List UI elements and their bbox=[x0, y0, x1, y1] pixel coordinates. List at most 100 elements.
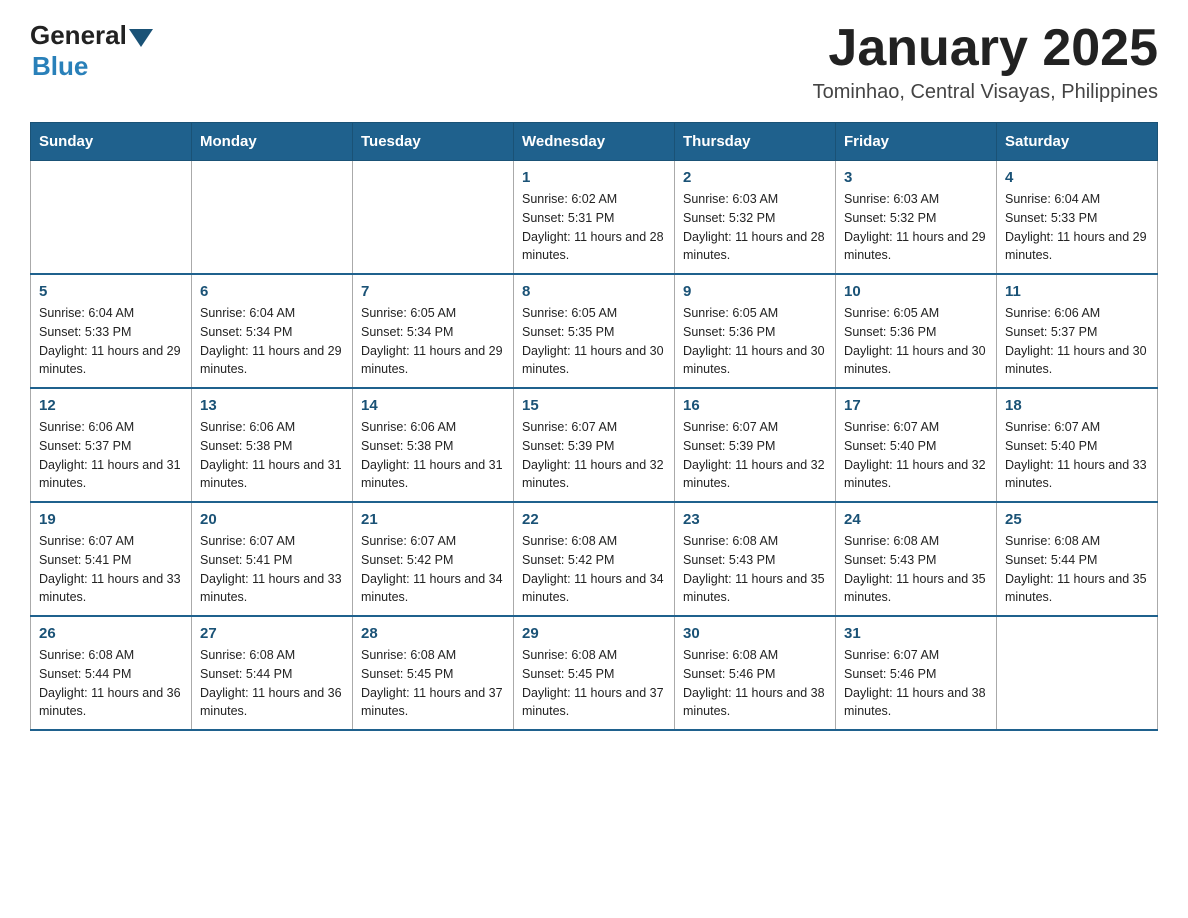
day-info: Sunrise: 6:05 AMSunset: 5:36 PMDaylight:… bbox=[683, 304, 827, 379]
day-info: Sunrise: 6:06 AMSunset: 5:38 PMDaylight:… bbox=[361, 418, 505, 493]
page-title: January 2025 bbox=[813, 20, 1158, 77]
day-info: Sunrise: 6:07 AMSunset: 5:46 PMDaylight:… bbox=[844, 646, 988, 721]
calendar-body: 1Sunrise: 6:02 AMSunset: 5:31 PMDaylight… bbox=[31, 161, 1158, 731]
calendar-cell: 3Sunrise: 6:03 AMSunset: 5:32 PMDaylight… bbox=[836, 161, 997, 275]
day-info: Sunrise: 6:07 AMSunset: 5:39 PMDaylight:… bbox=[522, 418, 666, 493]
day-number: 8 bbox=[522, 283, 666, 300]
header-wednesday: Wednesday bbox=[514, 123, 675, 161]
calendar-cell bbox=[997, 616, 1158, 730]
day-number: 18 bbox=[1005, 397, 1149, 414]
day-info: Sunrise: 6:08 AMSunset: 5:44 PMDaylight:… bbox=[1005, 532, 1149, 607]
calendar-table: Sunday Monday Tuesday Wednesday Thursday… bbox=[30, 122, 1158, 731]
day-info: Sunrise: 6:07 AMSunset: 5:39 PMDaylight:… bbox=[683, 418, 827, 493]
calendar-cell: 21 Sunrise: 6:07 AMSunset: 5:42 PMDayligh… bbox=[353, 502, 514, 616]
day-info: Sunrise: 6:08 AMSunset: 5:45 PMDaylight:… bbox=[361, 646, 505, 721]
day-number: 19 bbox=[39, 511, 183, 528]
day-number: 23 bbox=[683, 511, 827, 528]
calendar-cell: 12 Sunrise: 6:06 AMSunset: 5:37 PMDayligh… bbox=[31, 388, 192, 502]
day-number: 14 bbox=[361, 397, 505, 414]
day-info: Sunrise: 6:05 AMSunset: 5:34 PMDaylight:… bbox=[361, 304, 505, 379]
day-info: Sunrise: 6:05 AMSunset: 5:36 PMDaylight:… bbox=[844, 304, 988, 379]
week-row-4: 19 Sunrise: 6:07 AMSunset: 5:41 PMDayligh… bbox=[31, 502, 1158, 616]
calendar-cell: 4 Sunrise: 6:04 AMSunset: 5:33 PMDaylight… bbox=[997, 161, 1158, 275]
day-number: 4 bbox=[1005, 169, 1149, 186]
day-number: 31 bbox=[844, 625, 988, 642]
header-tuesday: Tuesday bbox=[353, 123, 514, 161]
day-info: Sunrise: 6:07 AMSunset: 5:42 PMDaylight:… bbox=[361, 532, 505, 607]
day-info: Sunrise: 6:02 AMSunset: 5:31 PMDaylight:… bbox=[522, 190, 666, 265]
calendar-cell: 10 Sunrise: 6:05 AMSunset: 5:36 PMDayligh… bbox=[836, 274, 997, 388]
calendar-cell: 8Sunrise: 6:05 AMSunset: 5:35 PMDaylight… bbox=[514, 274, 675, 388]
day-number: 26 bbox=[39, 625, 183, 642]
calendar-cell: 29 Sunrise: 6:08 AMSunset: 5:45 PMDayligh… bbox=[514, 616, 675, 730]
calendar-cell: 27 Sunrise: 6:08 AMSunset: 5:44 PMDayligh… bbox=[192, 616, 353, 730]
calendar-cell: 25 Sunrise: 6:08 AMSunset: 5:44 PMDayligh… bbox=[997, 502, 1158, 616]
day-number: 20 bbox=[200, 511, 344, 528]
calendar-cell: 6 Sunrise: 6:04 AMSunset: 5:34 PMDaylight… bbox=[192, 274, 353, 388]
calendar-cell: 30Sunrise: 6:08 AMSunset: 5:46 PMDayligh… bbox=[675, 616, 836, 730]
logo: General Blue bbox=[30, 20, 153, 82]
week-row-5: 26 Sunrise: 6:08 AMSunset: 5:44 PMDayligh… bbox=[31, 616, 1158, 730]
calendar-cell: 7 Sunrise: 6:05 AMSunset: 5:34 PMDaylight… bbox=[353, 274, 514, 388]
calendar-cell: 24 Sunrise: 6:08 AMSunset: 5:43 PMDayligh… bbox=[836, 502, 997, 616]
day-number: 27 bbox=[200, 625, 344, 642]
calendar-cell bbox=[31, 161, 192, 275]
day-info: Sunrise: 6:07 AMSunset: 5:41 PMDaylight:… bbox=[200, 532, 344, 607]
day-number: 10 bbox=[844, 283, 988, 300]
day-number: 7 bbox=[361, 283, 505, 300]
calendar-cell: 20 Sunrise: 6:07 AMSunset: 5:41 PMDayligh… bbox=[192, 502, 353, 616]
day-info: Sunrise: 6:06 AMSunset: 5:37 PMDaylight:… bbox=[1005, 304, 1149, 379]
day-info: Sunrise: 6:08 AMSunset: 5:43 PMDaylight:… bbox=[844, 532, 988, 607]
calendar-cell bbox=[192, 161, 353, 275]
calendar-cell: 31 Sunrise: 6:07 AMSunset: 5:46 PMDayligh… bbox=[836, 616, 997, 730]
day-number: 25 bbox=[1005, 511, 1149, 528]
day-number: 6 bbox=[200, 283, 344, 300]
page-subtitle: Tominhao, Central Visayas, Philippines bbox=[813, 81, 1158, 104]
header-friday: Friday bbox=[836, 123, 997, 161]
day-number: 29 bbox=[522, 625, 666, 642]
day-number: 11 bbox=[1005, 283, 1149, 300]
week-row-2: 5Sunrise: 6:04 AMSunset: 5:33 PMDaylight… bbox=[31, 274, 1158, 388]
day-number: 22 bbox=[522, 511, 666, 528]
page-header: General Blue January 2025 Tominhao, Cent… bbox=[30, 20, 1158, 104]
day-number: 17 bbox=[844, 397, 988, 414]
day-number: 21 bbox=[361, 511, 505, 528]
calendar-cell: 18 Sunrise: 6:07 AMSunset: 5:40 PMDayligh… bbox=[997, 388, 1158, 502]
calendar-cell: 19 Sunrise: 6:07 AMSunset: 5:41 PMDayligh… bbox=[31, 502, 192, 616]
calendar-cell: 5Sunrise: 6:04 AMSunset: 5:33 PMDaylight… bbox=[31, 274, 192, 388]
week-row-1: 1Sunrise: 6:02 AMSunset: 5:31 PMDaylight… bbox=[31, 161, 1158, 275]
calendar-cell bbox=[353, 161, 514, 275]
header-row: Sunday Monday Tuesday Wednesday Thursday… bbox=[31, 123, 1158, 161]
day-number: 2 bbox=[683, 169, 827, 186]
header-saturday: Saturday bbox=[997, 123, 1158, 161]
calendar-cell: 23 Sunrise: 6:08 AMSunset: 5:43 PMDayligh… bbox=[675, 502, 836, 616]
header-monday: Monday bbox=[192, 123, 353, 161]
day-number: 24 bbox=[844, 511, 988, 528]
day-info: Sunrise: 6:03 AMSunset: 5:32 PMDaylight:… bbox=[683, 190, 827, 265]
day-info: Sunrise: 6:07 AMSunset: 5:41 PMDaylight:… bbox=[39, 532, 183, 607]
day-info: Sunrise: 6:04 AMSunset: 5:33 PMDaylight:… bbox=[1005, 190, 1149, 265]
title-block: January 2025 Tominhao, Central Visayas, … bbox=[813, 20, 1158, 104]
day-info: Sunrise: 6:07 AMSunset: 5:40 PMDaylight:… bbox=[844, 418, 988, 493]
day-info: Sunrise: 6:06 AMSunset: 5:38 PMDaylight:… bbox=[200, 418, 344, 493]
day-info: Sunrise: 6:04 AMSunset: 5:34 PMDaylight:… bbox=[200, 304, 344, 379]
day-info: Sunrise: 6:03 AMSunset: 5:32 PMDaylight:… bbox=[844, 190, 988, 265]
calendar-cell: 14 Sunrise: 6:06 AMSunset: 5:38 PMDayligh… bbox=[353, 388, 514, 502]
day-number: 13 bbox=[200, 397, 344, 414]
day-number: 15 bbox=[522, 397, 666, 414]
day-info: Sunrise: 6:04 AMSunset: 5:33 PMDaylight:… bbox=[39, 304, 183, 379]
day-info: Sunrise: 6:06 AMSunset: 5:37 PMDaylight:… bbox=[39, 418, 183, 493]
calendar-cell: 9Sunrise: 6:05 AMSunset: 5:36 PMDaylight… bbox=[675, 274, 836, 388]
calendar-cell: 17 Sunrise: 6:07 AMSunset: 5:40 PMDayligh… bbox=[836, 388, 997, 502]
calendar-cell: 1Sunrise: 6:02 AMSunset: 5:31 PMDaylight… bbox=[514, 161, 675, 275]
calendar-cell: 22Sunrise: 6:08 AMSunset: 5:42 PMDayligh… bbox=[514, 502, 675, 616]
day-info: Sunrise: 6:08 AMSunset: 5:45 PMDaylight:… bbox=[522, 646, 666, 721]
day-info: Sunrise: 6:07 AMSunset: 5:40 PMDaylight:… bbox=[1005, 418, 1149, 493]
calendar-cell: 28Sunrise: 6:08 AMSunset: 5:45 PMDayligh… bbox=[353, 616, 514, 730]
day-number: 30 bbox=[683, 625, 827, 642]
day-number: 12 bbox=[39, 397, 183, 414]
day-info: Sunrise: 6:08 AMSunset: 5:44 PMDaylight:… bbox=[200, 646, 344, 721]
calendar-cell: 26Sunrise: 6:08 AMSunset: 5:44 PMDayligh… bbox=[31, 616, 192, 730]
day-info: Sunrise: 6:08 AMSunset: 5:43 PMDaylight:… bbox=[683, 532, 827, 607]
week-row-3: 12 Sunrise: 6:06 AMSunset: 5:37 PMDayligh… bbox=[31, 388, 1158, 502]
